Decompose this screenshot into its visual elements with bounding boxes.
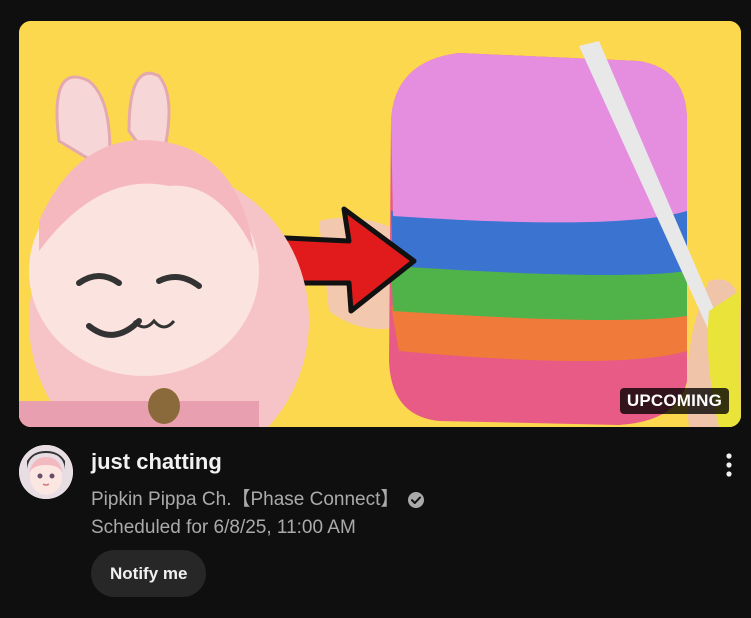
channel-name[interactable]: Pipkin Pippa Ch.【Phase Connect】 (91, 487, 399, 513)
notify-me-button[interactable]: Notify me (91, 550, 207, 597)
video-title[interactable]: just chatting (91, 447, 222, 477)
upcoming-badge: UPCOMING (619, 388, 729, 414)
scheduled-time: Scheduled for 6/8/25, 11:00 AM (91, 517, 356, 538)
thumbnail-image (19, 21, 741, 427)
channel-row: Pipkin Pippa Ch.【Phase Connect】 (91, 487, 425, 513)
verified-check-icon (407, 491, 425, 509)
video-card[interactable]: UPCOMING just chatting Pipkin Pippa Ch.【… (0, 0, 751, 618)
video-thumbnail[interactable]: UPCOMING (19, 21, 741, 427)
channel-avatar[interactable] (19, 445, 73, 499)
avatar-image (19, 445, 73, 499)
more-vert-icon[interactable] (714, 448, 744, 482)
